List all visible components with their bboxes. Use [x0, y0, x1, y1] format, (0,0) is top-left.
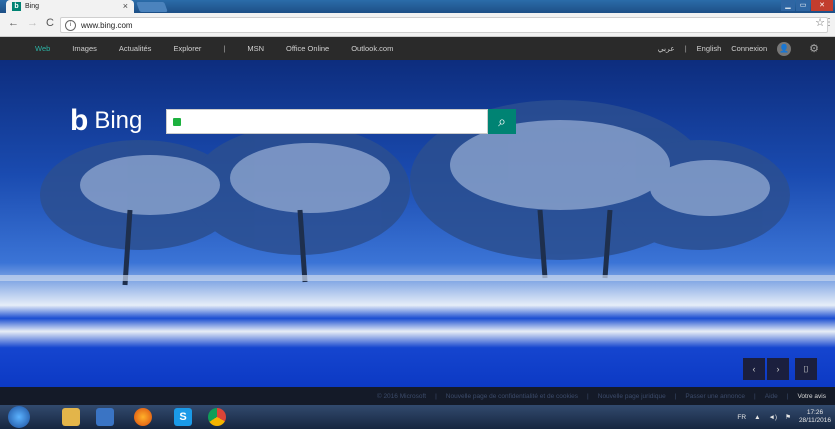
nav-web[interactable]: Web	[35, 44, 50, 53]
volume-icon[interactable]: ◄)	[769, 414, 778, 421]
lang-english-link[interactable]: English	[697, 44, 722, 53]
minimize-button[interactable]: ▁	[781, 0, 795, 11]
copyright-text: © 2016 Microsoft	[376, 392, 427, 400]
nav-office-online[interactable]: Office Online	[286, 44, 329, 53]
lang-arabic-link[interactable]: عربي	[658, 44, 675, 53]
browser-menu-icon[interactable]: ⋮	[824, 17, 834, 28]
footer-separator: |	[587, 392, 589, 400]
window-controls: ▁ ▭ ✕	[781, 0, 833, 11]
nav-news[interactable]: Actualités	[119, 44, 152, 53]
next-image-button[interactable]: ›	[767, 358, 789, 380]
nav-msn[interactable]: MSN	[247, 44, 264, 53]
footer-separator: |	[754, 392, 756, 400]
avatar-icon[interactable]: 👤	[777, 41, 792, 56]
tray-expand-icon[interactable]: ▲	[754, 414, 760, 421]
settings-gear-icon[interactable]: ⚙	[809, 42, 819, 55]
tab-close-icon[interactable]: ×	[123, 1, 128, 11]
maximize-button[interactable]: ▭	[796, 0, 810, 11]
help-link[interactable]: Aide	[765, 393, 778, 400]
media-player-icon[interactable]	[96, 408, 114, 426]
advertise-link[interactable]: Passer une annonce	[685, 393, 745, 400]
browser-tab[interactable]: b Bing ×	[6, 0, 134, 13]
search-box: ⌕	[166, 109, 516, 134]
bing-footer: © 2016 Microsoft | Nouvelle page de conf…	[0, 387, 835, 405]
bing-logo: b Bing	[70, 104, 142, 138]
nav-explore[interactable]: Explorer	[173, 44, 201, 53]
bing-logo-text: Bing	[94, 107, 143, 134]
lock-icon	[173, 117, 181, 126]
language-indicator[interactable]: FR	[737, 414, 746, 421]
prev-image-button[interactable]: ‹	[743, 358, 765, 380]
flag-icon[interactable]: ⚑	[785, 413, 791, 421]
back-icon[interactable]: ←	[8, 17, 19, 29]
file-explorer-icon[interactable]	[62, 408, 80, 426]
forward-icon[interactable]: →	[27, 17, 38, 29]
browser-tabstrip: b Bing × ▁ ▭ ✕	[0, 0, 835, 13]
privacy-link[interactable]: Nouvelle page de confidentialité et de c…	[446, 393, 578, 400]
address-bar: ← → C i www.bing.com ☆ ⋮	[0, 13, 835, 37]
search-button[interactable]: ⌕	[488, 109, 516, 134]
feedback-link[interactable]: Votre avis	[797, 393, 826, 400]
nav-outlook[interactable]: Outlook.com	[351, 44, 393, 53]
nav-images[interactable]: Images	[72, 44, 97, 53]
bing-logo-icon: b	[70, 104, 89, 137]
legal-link[interactable]: Nouvelle page juridique	[598, 393, 666, 400]
url-input[interactable]: i www.bing.com	[60, 17, 828, 33]
skype-icon[interactable]: S	[174, 408, 192, 426]
reload-icon[interactable]: C	[46, 17, 54, 29]
tab-title: Bing	[25, 3, 40, 10]
clock[interactable]: 17:26 28/11/2016	[799, 409, 831, 425]
windows-taskbar: S FR ▲ ◄) ⚑ 17:26 28/11/2016	[0, 405, 835, 429]
bing-top-nav: Web Images Actualités Explorer | MSN Off…	[0, 37, 835, 60]
start-button[interactable]	[8, 406, 30, 428]
new-tab-button[interactable]	[136, 2, 168, 12]
url-text: www.bing.com	[81, 20, 133, 30]
search-input[interactable]	[166, 109, 488, 134]
lang-separator: |	[684, 44, 687, 53]
site-info-icon[interactable]: i	[65, 19, 76, 31]
signin-link[interactable]: Connexion	[731, 44, 767, 53]
clock-time: 17:26	[806, 409, 824, 416]
clock-date: 28/11/2016	[798, 417, 831, 424]
close-window-button[interactable]: ✕	[811, 0, 833, 11]
chrome-icon[interactable]	[208, 408, 226, 426]
footer-separator: |	[435, 392, 437, 400]
system-tray: FR ▲ ◄) ⚑ 17:26 28/11/2016	[737, 409, 831, 425]
firefox-icon[interactable]	[134, 408, 152, 426]
bing-favicon-icon: b	[12, 2, 21, 11]
nav-separator: |	[223, 44, 226, 53]
hero-background-image: b Bing ⌕ ‹ › ⌷	[0, 60, 835, 387]
camera-icon[interactable]: ⌷	[795, 358, 817, 380]
footer-separator: |	[786, 392, 789, 400]
hero-controls: ‹ › ⌷	[743, 358, 817, 380]
footer-separator: |	[674, 392, 677, 400]
